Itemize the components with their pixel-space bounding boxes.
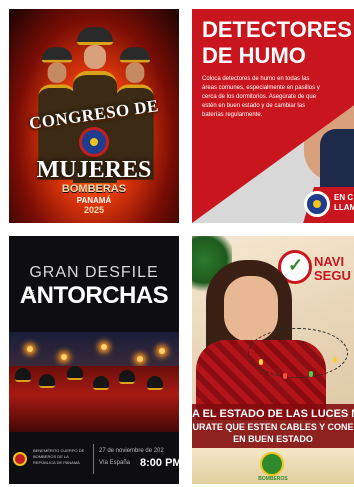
- institution-name: BENEMÉRITO CUERPO DE BOMBEROS DE LA REPÚ…: [33, 448, 85, 465]
- helmet-head: [119, 370, 135, 384]
- title-line: DETECTORES: [202, 17, 352, 42]
- light-bulb: [333, 357, 337, 363]
- year-label: 2025: [83, 205, 105, 215]
- helmet-head: [147, 376, 163, 390]
- street-light: [27, 346, 33, 352]
- street-light: [101, 344, 107, 350]
- antorchas-title: ANTORCHAS: [19, 282, 169, 309]
- event-time: 8:00 PM: [140, 457, 179, 469]
- grid-tile-desfile[interactable]: GRAN DESFILE DE ANTORCHAS BENEMÉRITO CUE…: [9, 236, 179, 484]
- divider: [93, 444, 94, 474]
- bomberos-logo-icon: [304, 191, 330, 217]
- message-line: URATE QUE ESTEN CABLES Y CONE: [192, 422, 354, 432]
- congreso-banner: CONGRESO DE: [23, 96, 165, 133]
- firefighter-badge-icon: [79, 127, 109, 157]
- grid-tile-navidad[interactable]: NAVI SEGU A EL ESTADO DE LAS LUCES NAV U…: [192, 236, 354, 484]
- helmet-head: [39, 374, 55, 388]
- light-bulb: [283, 373, 287, 379]
- string-lights: [248, 328, 348, 379]
- mujeres-title: MUJERES: [36, 157, 152, 183]
- gran-desfile-title: GRAN DESFILE: [29, 264, 159, 281]
- event-place: Vía España: [99, 460, 131, 466]
- panama-label: PANAMÁ: [76, 196, 112, 205]
- title-line: DE HUMO: [202, 43, 306, 68]
- event-date: 27 de noviembre de 202: [99, 448, 164, 454]
- message-line: A EL ESTADO DE LAS LUCES NAV: [192, 408, 354, 420]
- light-bulb: [309, 371, 313, 377]
- bomberos-logo-icon: [13, 452, 27, 466]
- desfile-footer: BENEMÉRITO CUERPO DE BOMBEROS DE LA REPÚ…: [9, 432, 179, 484]
- grid-tile-detectores[interactable]: DETECTORES DE HUMO Coloca detectores de …: [192, 9, 354, 223]
- footer-line: LLAM: [334, 203, 354, 212]
- navidad-header: NAVI: [314, 254, 345, 269]
- street-light: [61, 354, 67, 360]
- street-light: [137, 356, 143, 362]
- helmet-head: [93, 376, 109, 390]
- image-grid: CONGRESO DE MUJERES BOMBERAS PANAMÁ 2025…: [0, 0, 354, 487]
- helmet-head: [67, 366, 83, 380]
- street-light: [159, 348, 165, 354]
- bomberos-seal-icon: [260, 452, 284, 476]
- detectores-body: Coloca detectores de humo en todas las á…: [202, 76, 320, 118]
- parade-crowd: [9, 366, 179, 436]
- bomberas-subtitle: BOMBERAS: [61, 183, 127, 195]
- helmet-head: [15, 368, 31, 382]
- footer-text: EN C LLAM: [334, 193, 354, 213]
- footer-line: EN C: [334, 193, 354, 202]
- light-bulb: [259, 359, 263, 365]
- grid-tile-congreso[interactable]: CONGRESO DE MUJERES BOMBERAS PANAMÁ 2025: [9, 9, 179, 223]
- segura-header: SEGU: [314, 268, 351, 283]
- seal-caption: BOMBEROS: [258, 476, 288, 482]
- message-line: EN BUEN ESTADO: [233, 434, 313, 444]
- detectores-title: DETECTORES DE HUMO: [202, 17, 352, 69]
